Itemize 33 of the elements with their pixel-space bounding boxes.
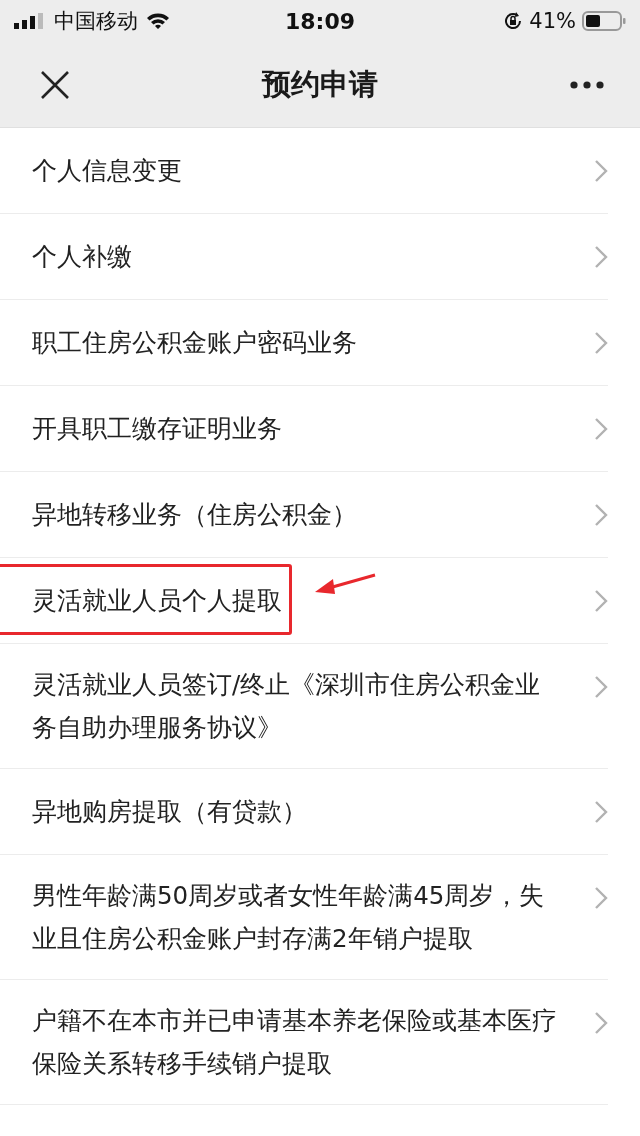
list-item[interactable]: 男性年龄满50周岁或者女性年龄满45周岁，失业且住房公积金账户封存满2年销户提取 (0, 855, 608, 980)
list-item[interactable]: 职工住房公积金账户密码业务 (0, 300, 608, 386)
list-item[interactable]: 开具职工缴存证明业务 (0, 386, 608, 472)
battery-percent: 41% (529, 9, 576, 33)
rotation-lock-icon (503, 11, 524, 31)
chevron-right-icon (594, 589, 608, 613)
chevron-right-icon (594, 886, 608, 910)
close-button[interactable] (40, 69, 70, 100)
list-item[interactable]: 户籍不在本市并已申请基本养老保险或基本医疗保险关系转移手续销户提取 (0, 980, 608, 1105)
carrier-name: 中国移动 (54, 8, 138, 35)
chevron-right-icon (594, 800, 608, 824)
chevron-right-icon (594, 331, 608, 355)
page-title: 预约申请 (260, 65, 379, 103)
list-item[interactable]: 灵活就业人员个人提取 (0, 558, 608, 644)
more-icon (570, 80, 604, 89)
chevron-right-icon (594, 675, 608, 699)
close-icon (40, 69, 70, 100)
more-button[interactable] (570, 80, 604, 89)
list-item[interactable]: 个人补缴 (0, 214, 608, 300)
signal-icon (14, 13, 46, 29)
list-item[interactable]: 灵活就业人员签订/终止《深圳市住房公积金业务自助办理服务协议》 (0, 644, 608, 769)
battery-icon (582, 11, 626, 31)
wifi-icon (146, 12, 170, 30)
chevron-right-icon (594, 1011, 608, 1035)
chevron-right-icon (594, 159, 608, 183)
list-item[interactable]: 个人信息变更 (0, 128, 608, 214)
arrow-annotation (315, 572, 377, 596)
clock-time: 18:09 (285, 8, 355, 34)
list-item[interactable]: 异地购房提取（有贷款） (0, 769, 608, 855)
chevron-right-icon (594, 417, 608, 441)
list-item[interactable]: 异地转移业务（住房公积金） (0, 472, 608, 558)
chevron-right-icon (594, 503, 608, 527)
chevron-right-icon (594, 245, 608, 269)
